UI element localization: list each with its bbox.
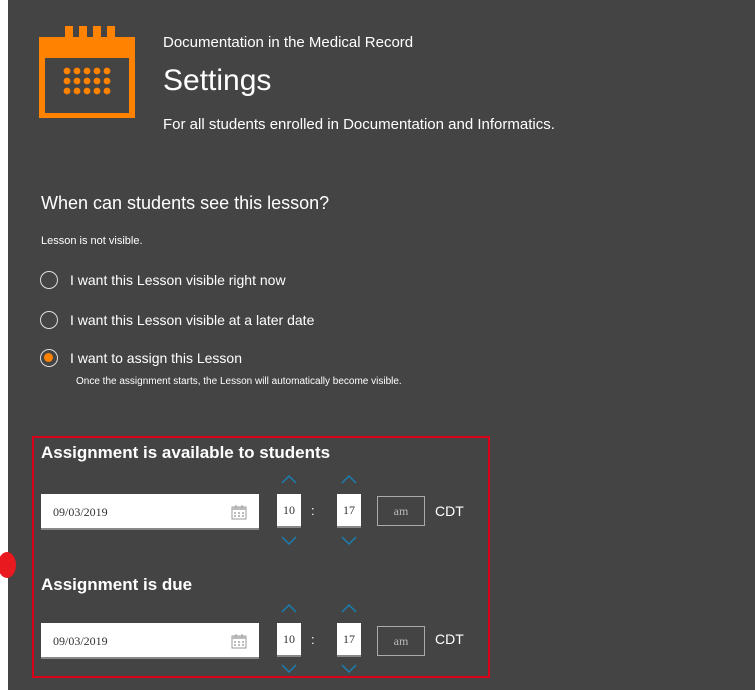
minute-down-chevron-icon[interactable] (341, 536, 357, 546)
radio-visible-later[interactable]: I want this Lesson visible at a later da… (40, 311, 314, 329)
course-name: Documentation in the Medical Record (163, 34, 414, 51)
due-ampm-toggle[interactable]: am (377, 626, 425, 656)
due-date-input[interactable] (51, 623, 215, 659)
radio-assign-lesson[interactable]: I want to assign this Lesson (40, 349, 242, 367)
due-heading: Assignment is due (41, 575, 193, 594)
hour-up-chevron-icon[interactable] (281, 474, 297, 484)
radio-visible-now[interactable]: I want this Lesson visible right now (40, 271, 286, 289)
available-heading: Assignment is available to students (41, 443, 331, 462)
available-ampm-toggle[interactable]: am (377, 496, 425, 526)
available-timezone: CDT (435, 503, 464, 519)
radio-label: I want this Lesson visible right now (70, 272, 286, 288)
settings-panel: Documentation in the Medical Record Sett… (0, 0, 755, 690)
assign-note: Once the assignment starts, the Lesson w… (76, 376, 402, 387)
available-minute[interactable]: 17 (337, 494, 361, 528)
page-title: Settings (163, 64, 272, 97)
available-date-input[interactable] (51, 494, 215, 530)
visibility-status: Lesson is not visible. (41, 235, 143, 247)
visibility-question: When can students see this lesson? (41, 193, 330, 213)
available-hour[interactable]: 10 (277, 494, 301, 528)
time-separator: : (311, 632, 315, 647)
minute-down-chevron-icon[interactable] (341, 664, 357, 674)
minute-up-chevron-icon[interactable] (341, 603, 357, 613)
due-minute[interactable]: 17 (337, 623, 361, 657)
due-timezone: CDT (435, 631, 464, 647)
available-date-field[interactable] (41, 494, 259, 530)
minute-up-chevron-icon[interactable] (341, 474, 357, 484)
hour-up-chevron-icon[interactable] (281, 603, 297, 613)
due-date-field[interactable] (41, 623, 259, 659)
hour-down-chevron-icon[interactable] (281, 536, 297, 546)
radio-button[interactable] (40, 271, 58, 289)
calendar-icon[interactable] (231, 504, 247, 520)
hour-down-chevron-icon[interactable] (281, 664, 297, 674)
page-subtitle: For all students enrolled in Documentati… (163, 116, 555, 133)
radio-label: I want to assign this Lesson (70, 350, 242, 366)
calendar-logo-icon (39, 26, 135, 118)
calendar-icon[interactable] (231, 633, 247, 649)
radio-button[interactable] (40, 311, 58, 329)
due-hour[interactable]: 10 (277, 623, 301, 657)
step-marker (0, 552, 16, 578)
radio-button-selected[interactable] (40, 349, 58, 367)
radio-label: I want this Lesson visible at a later da… (70, 312, 315, 328)
time-separator: : (311, 503, 315, 518)
